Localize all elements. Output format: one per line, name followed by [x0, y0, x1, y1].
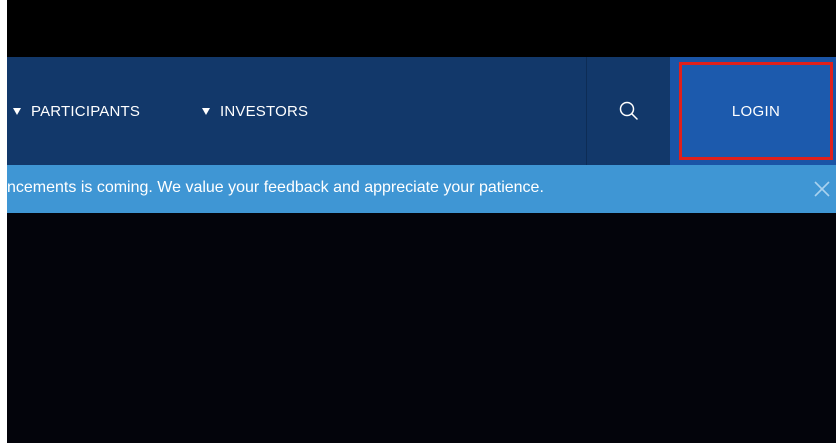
announcement-banner: ncements is coming. We value your feedba…: [7, 165, 836, 213]
main-navigation: PARTICIPANTS INVESTORS LOGIN: [7, 57, 836, 165]
close-icon[interactable]: [812, 179, 832, 199]
search-button[interactable]: [586, 57, 671, 165]
caret-down-icon: [202, 107, 210, 115]
search-icon: [619, 101, 638, 120]
caret-down-icon: [13, 107, 21, 115]
left-edge-strip: [0, 0, 7, 443]
login-button[interactable]: LOGIN: [679, 62, 833, 160]
nav-item-investors[interactable]: INVESTORS: [202, 57, 308, 165]
browser-viewport: PARTICIPANTS INVESTORS LOGIN ncements is…: [0, 0, 836, 443]
main-content-area: [7, 213, 836, 443]
nav-item-label: PARTICIPANTS: [31, 102, 141, 120]
nav-item-participants[interactable]: PARTICIPANTS: [13, 57, 140, 165]
banner-text: ncements is coming. We value your feedba…: [7, 179, 544, 196]
nav-item-label: INVESTORS: [220, 102, 309, 120]
login-cell: LOGIN: [670, 57, 836, 165]
top-black-bar: [7, 0, 836, 57]
login-label: LOGIN: [731, 102, 781, 120]
